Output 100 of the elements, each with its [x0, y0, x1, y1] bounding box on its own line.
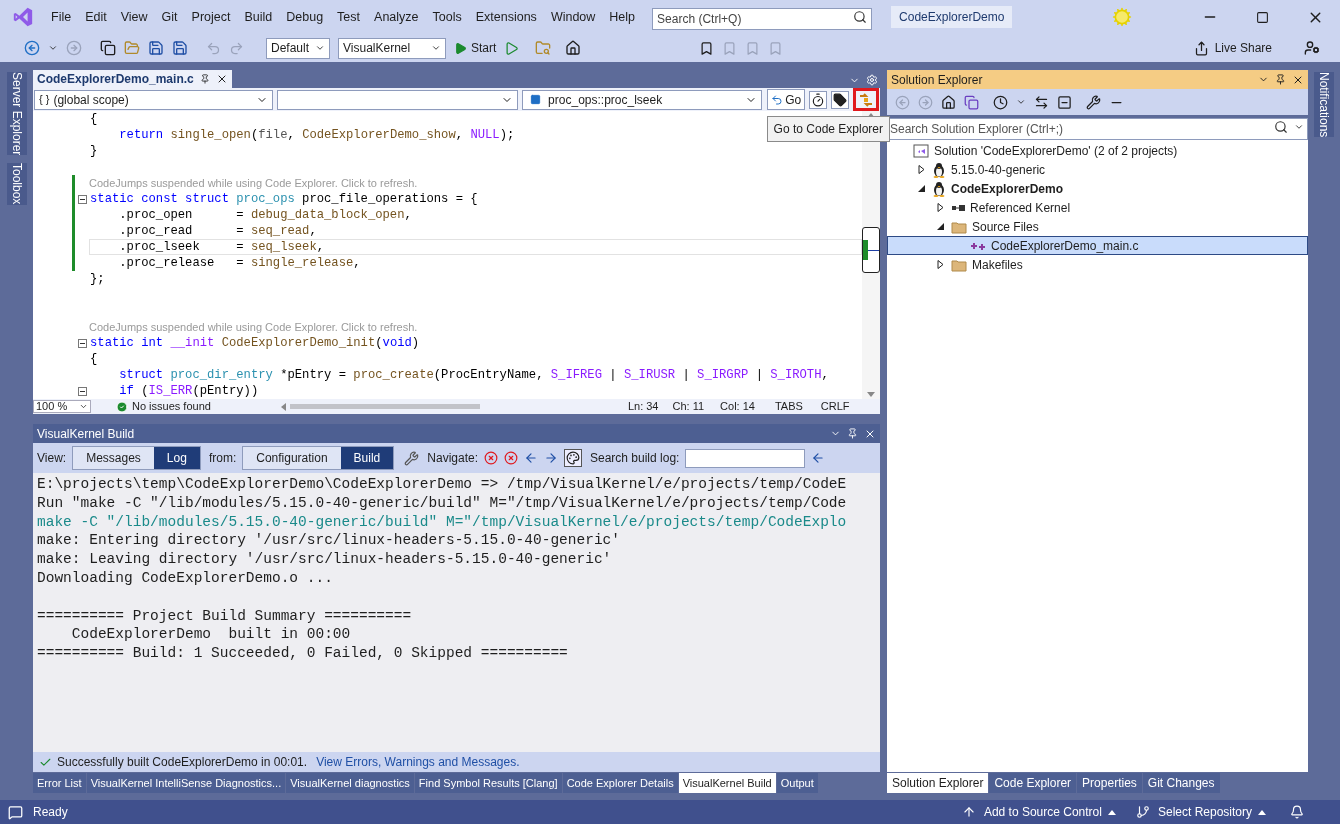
bookmark-icon[interactable]: [699, 40, 715, 56]
menu-item[interactable]: Test: [330, 7, 368, 27]
menu-item[interactable]: File: [44, 7, 79, 27]
tree-item[interactable]: 5.15.0-40-generic: [887, 160, 1308, 179]
source-control-button[interactable]: Add to Source Control: [983, 803, 1102, 821]
collapse-icon[interactable]: [77, 194, 87, 204]
panel-tab[interactable]: Properties: [1077, 773, 1142, 793]
menu-item[interactable]: Debug: [279, 7, 331, 27]
timer-icon[interactable]: [809, 90, 828, 109]
tree-item[interactable]: CodeExplorerDemo: [887, 179, 1308, 198]
scroll-down-icon[interactable]: [867, 392, 875, 397]
previous-icon[interactable]: [524, 451, 538, 465]
clock-icon[interactable]: [993, 94, 1008, 110]
next-error-icon[interactable]: [504, 451, 518, 465]
issues-status[interactable]: No issues found: [132, 398, 211, 415]
platform-dropdown[interactable]: VisualKernel: [338, 37, 446, 59]
go-button[interactable]: Go: [767, 89, 806, 110]
panel-tab[interactable]: VisualKernel diagnostics: [286, 773, 414, 793]
side-tab[interactable]: Notifications: [1314, 72, 1334, 138]
panel-tab[interactable]: Solution Explorer: [887, 773, 989, 793]
tree-item[interactable]: Referenced Kernel: [887, 198, 1308, 217]
menu-item[interactable]: Extensions: [468, 7, 544, 27]
tree-item[interactable]: Solution 'CodeExplorerDemo' (2 of 2 projects): [887, 141, 1308, 160]
menu-item[interactable]: Help: [602, 7, 643, 27]
menu-item[interactable]: Project: [184, 7, 238, 27]
pin-icon[interactable]: [199, 74, 210, 84]
bell-icon[interactable]: [1290, 805, 1304, 819]
errors-link[interactable]: View Errors, Warnings and Messages.: [316, 753, 520, 771]
segment-toggle[interactable]: Configuration: [243, 447, 341, 469]
run-icon[interactable]: [504, 40, 520, 56]
settings-icon[interactable]: [866, 74, 878, 86]
palette-icon[interactable]: [564, 449, 582, 467]
pin-icon[interactable]: [1275, 73, 1286, 85]
zoom-dropdown[interactable]: 100 %: [33, 400, 91, 413]
line-ending[interactable]: CRLF: [820, 398, 850, 415]
branch-icon: [1135, 805, 1150, 819]
collapse-icon[interactable]: [77, 386, 87, 396]
menu-item[interactable]: Build: [237, 7, 280, 27]
new-item-icon[interactable]: [100, 40, 116, 56]
menu-item[interactable]: Edit: [78, 7, 114, 27]
configuration-dropdown[interactable]: Default: [266, 37, 330, 59]
next-icon[interactable]: [544, 451, 558, 465]
panel-tab[interactable]: Git Changes: [1142, 773, 1220, 793]
scroll-up-icon[interactable]: [867, 113, 875, 118]
editor-tab[interactable]: CodeExplorerDemo_main.c: [33, 70, 232, 88]
previous-error-icon[interactable]: [484, 451, 498, 465]
indent-mode[interactable]: TABS: [774, 398, 803, 415]
collapse-arrow-icon[interactable]: [936, 223, 944, 230]
segment-toggle[interactable]: Log: [153, 447, 200, 469]
symbol-dropdown[interactable]: proc_ops::proc_lseek: [522, 89, 763, 110]
segment-toggle[interactable]: Build: [340, 447, 394, 469]
collapse-icon[interactable]: [77, 338, 87, 348]
sync-icon[interactable]: [1034, 94, 1049, 110]
save-all-icon[interactable]: [172, 40, 188, 56]
expand-arrow-icon[interactable]: [917, 165, 925, 174]
repository-button[interactable]: Select Repository: [1157, 803, 1252, 821]
collapse-all-icon[interactable]: [1057, 94, 1072, 110]
back-icon[interactable]: [24, 40, 40, 56]
search-back-icon[interactable]: [811, 451, 826, 465]
start-button[interactable]: Start: [454, 39, 497, 57]
expand-arrow-icon[interactable]: [936, 203, 944, 212]
live-share-button[interactable]: Live Share: [1193, 39, 1272, 57]
search-field[interactable]: Search Solution Explorer (Ctrl+;): [887, 118, 1308, 140]
search-log-field[interactable]: [685, 448, 806, 468]
expand-arrow-icon[interactable]: [936, 260, 944, 269]
scroll-left-icon[interactable]: [280, 402, 286, 411]
menu-item[interactable]: Analyze: [367, 7, 426, 27]
tree-item[interactable]: CodeExplorerDemo_main.c: [887, 236, 1308, 255]
panel-tab[interactable]: Output: [776, 773, 818, 793]
menu-item[interactable]: Window: [543, 7, 603, 27]
panel-tab[interactable]: Code Explorer: [989, 773, 1077, 793]
segment-toggle[interactable]: Messages: [73, 447, 154, 469]
collapse-arrow-icon[interactable]: [917, 185, 925, 192]
panel-tab[interactable]: VisualKernel Build: [678, 773, 776, 793]
menu-item[interactable]: Git: [154, 7, 185, 27]
search-field[interactable]: Search (Ctrl+Q): [652, 8, 873, 30]
wrench-icon[interactable]: [1086, 94, 1101, 110]
scope-dropdown[interactable]: { } (global scope): [34, 89, 274, 110]
tree-item[interactable]: Source Files: [887, 217, 1308, 236]
maximize-icon[interactable]: [1256, 10, 1269, 24]
side-tab[interactable]: Server Explorer: [6, 72, 27, 156]
side-tab[interactable]: Toolbox: [6, 163, 27, 205]
panel-tab[interactable]: Find Symbol Results [Clang]: [414, 773, 562, 793]
panel-tab[interactable]: Code Explorer Details: [562, 773, 678, 793]
log-line: ========== Project Build Summary ==========: [37, 606, 413, 626]
pin-icon[interactable]: [847, 427, 858, 439]
member-dropdown[interactable]: [277, 89, 519, 110]
panel-tab[interactable]: Error List: [33, 773, 86, 793]
switch-view-icon[interactable]: [964, 94, 979, 110]
tag-icon[interactable]: [831, 90, 850, 109]
wrench-icon[interactable]: [404, 450, 420, 466]
menu-item[interactable]: View: [113, 7, 155, 27]
save-icon[interactable]: [148, 40, 164, 56]
home-icon[interactable]: [941, 94, 956, 110]
status-text: Ready: [33, 804, 68, 821]
panel-tab[interactable]: VisualKernel IntelliSense Diagnostics...: [86, 773, 286, 793]
tree-item[interactable]: Makefiles: [887, 255, 1308, 274]
menu-item[interactable]: Tools: [425, 7, 469, 27]
home-icon[interactable]: [565, 40, 582, 56]
scroll-thumb[interactable]: [862, 227, 880, 273]
